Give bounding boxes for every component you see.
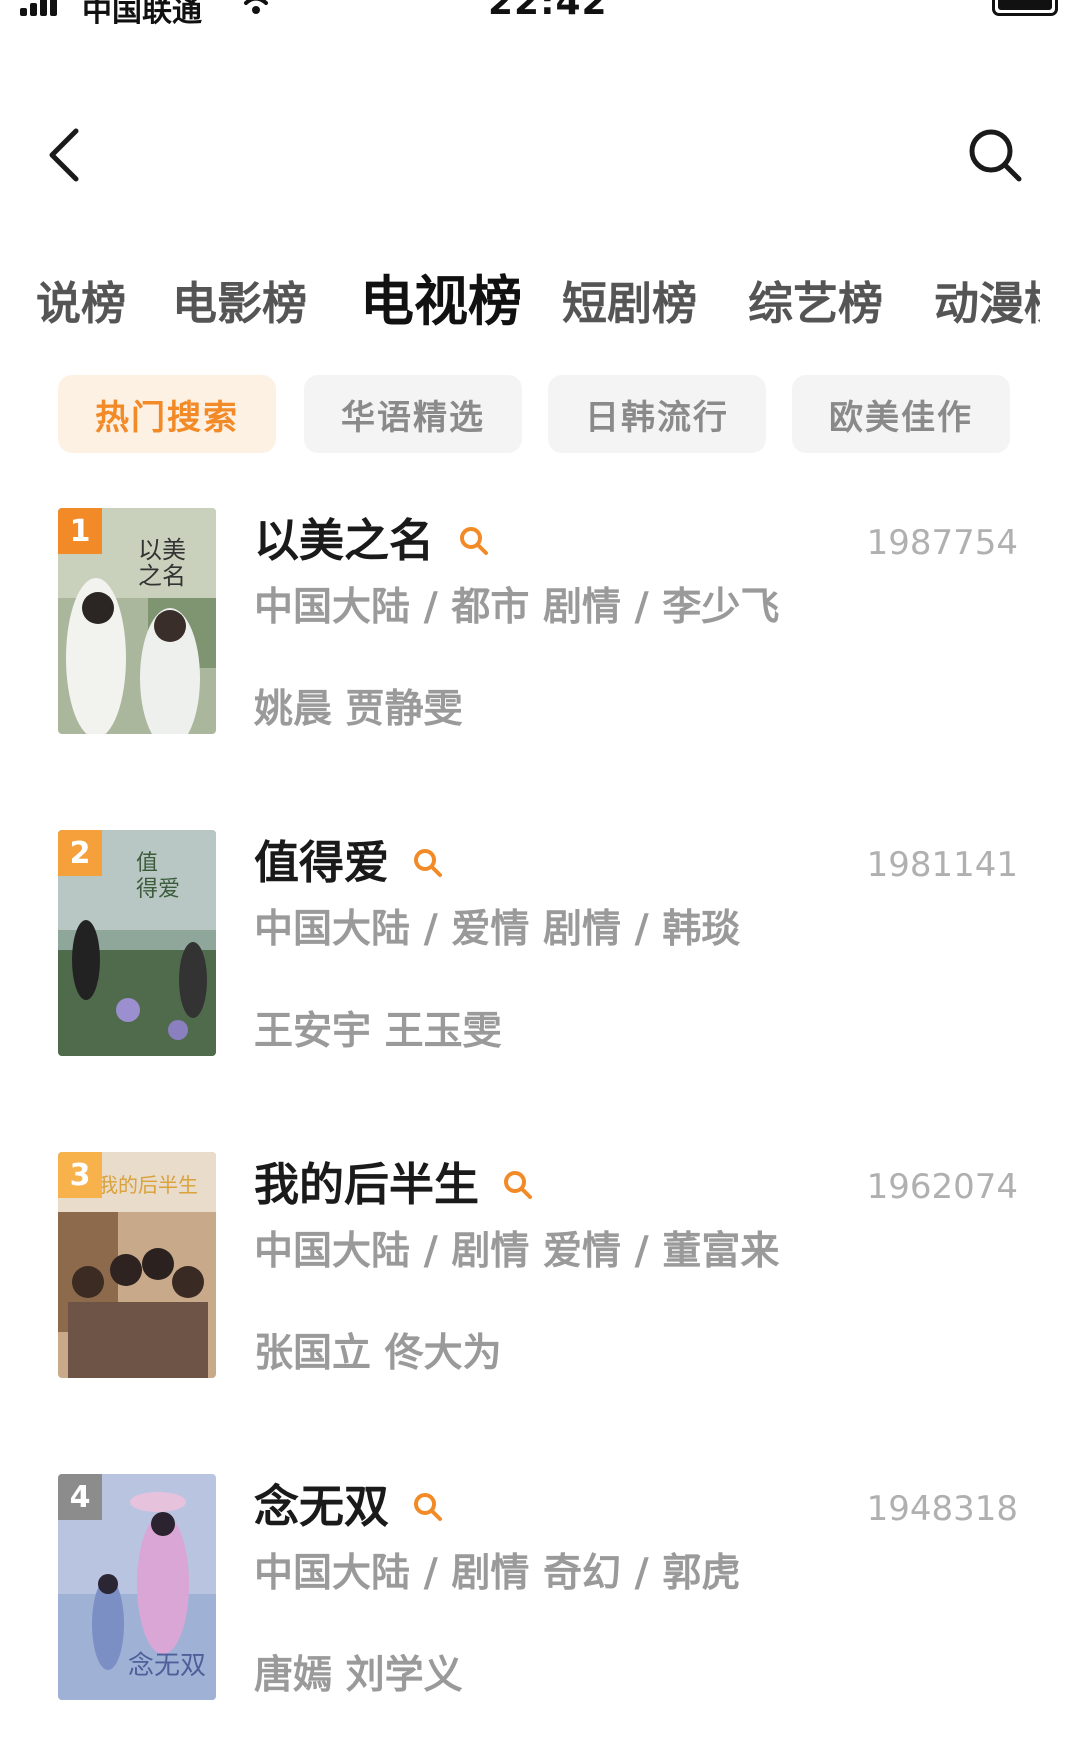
- rank-badge: 2: [58, 830, 102, 876]
- tab-novel-chart[interactable]: 说榜: [36, 276, 126, 332]
- item-cast: 张国立 佟大为: [254, 1331, 502, 1376]
- rank-badge: 3: [58, 1152, 102, 1198]
- item-cast: 唐嫣 刘学义: [254, 1653, 463, 1698]
- svg-text:我的后半生: 我的后半生: [98, 1173, 198, 1197]
- tab-anime-chart[interactable]: 动漫榜: [934, 276, 1040, 332]
- wifi-icon: [244, 0, 268, 14]
- item-title[interactable]: 念无双: [254, 1478, 389, 1536]
- poster-image[interactable]: 以美 之名 1: [58, 508, 216, 734]
- hot-score: 1987754: [866, 523, 1018, 563]
- svg-text:之名: 之名: [138, 562, 186, 590]
- search-icon[interactable]: [412, 1491, 444, 1523]
- item-cast: 姚晨 贾静雯: [254, 687, 463, 732]
- item-meta: 中国大陆 / 爱情 剧情 / 韩琰: [254, 907, 741, 952]
- item-title[interactable]: 以美之名: [254, 512, 434, 570]
- rank-badge: 4: [58, 1474, 102, 1520]
- list-item[interactable]: 我的后半生 3 我的后半生 1962074 中国大陆 / 剧情 爱情 / 董富来…: [0, 1152, 1080, 1382]
- item-title[interactable]: 值得爱: [254, 834, 389, 892]
- hot-score: 1981141: [866, 845, 1018, 885]
- item-meta: 中国大陆 / 剧情 奇幻 / 郭虎: [254, 1551, 741, 1596]
- chevron-left-icon: [49, 128, 79, 182]
- hot-score: 1948318: [866, 1489, 1018, 1529]
- poster-image[interactable]: 值 得爱 2: [58, 830, 216, 1056]
- search-icon[interactable]: [502, 1169, 534, 1201]
- list-item[interactable]: 值 得爱 2 值得爱 1981141 中国大陆 / 爱情 剧情 / 韩琰 王安宇…: [0, 830, 1080, 1060]
- search-button[interactable]: [965, 125, 1025, 185]
- tab-movie-chart[interactable]: 电影榜: [172, 276, 307, 332]
- svg-text:得爱: 得爱: [136, 877, 180, 902]
- battery-icon: [992, 0, 1058, 16]
- list-item[interactable]: 念无双 4 念无双 1948318 中国大陆 / 剧情 奇幻 / 郭虎 唐嫣 刘…: [0, 1474, 1080, 1704]
- poster-image[interactable]: 念无双 4: [58, 1474, 216, 1700]
- search-icon[interactable]: [412, 847, 444, 879]
- subtab-japan-korea[interactable]: 日韩流行: [548, 375, 766, 453]
- subtab-western[interactable]: 欧美佳作: [792, 375, 1010, 453]
- carrier-name: 中国联通: [82, 0, 202, 29]
- status-bar: 中国联通 22:42: [0, 0, 1080, 30]
- item-cast: 王安宇 王玉雯: [254, 1009, 502, 1054]
- tab-variety-chart[interactable]: 综艺榜: [748, 276, 883, 332]
- poster-image[interactable]: 我的后半生 3: [58, 1152, 216, 1378]
- tab-tv-chart[interactable]: 电视榜: [360, 268, 522, 336]
- svg-text:以美: 以美: [138, 536, 186, 564]
- status-time: 22:42: [488, 0, 608, 23]
- signal-icon: [20, 0, 58, 16]
- svg-text:念无双: 念无双: [128, 1651, 206, 1681]
- list-item[interactable]: 以美 之名 1 以美之名 1987754 中国大陆 / 都市 剧情 / 李少飞 …: [0, 508, 1080, 738]
- item-meta: 中国大陆 / 都市 剧情 / 李少飞: [254, 585, 780, 630]
- hot-score: 1962074: [866, 1167, 1018, 1207]
- item-meta: 中国大陆 / 剧情 爱情 / 董富来: [254, 1229, 780, 1274]
- tab-short-drama-chart[interactable]: 短剧榜: [562, 276, 697, 332]
- subtab-chinese-picks[interactable]: 华语精选: [304, 375, 522, 453]
- item-title[interactable]: 我的后半生: [254, 1156, 479, 1214]
- subtab-hot-search[interactable]: 热门搜索: [58, 375, 276, 453]
- search-icon: [969, 129, 1022, 182]
- svg-text:值: 值: [136, 851, 158, 876]
- category-tabs: 说榜 电影榜 电视榜 短剧榜 综艺榜 动漫榜: [0, 262, 1040, 342]
- search-icon[interactable]: [458, 525, 490, 557]
- back-button[interactable]: [40, 125, 90, 185]
- rank-badge: 1: [58, 508, 102, 554]
